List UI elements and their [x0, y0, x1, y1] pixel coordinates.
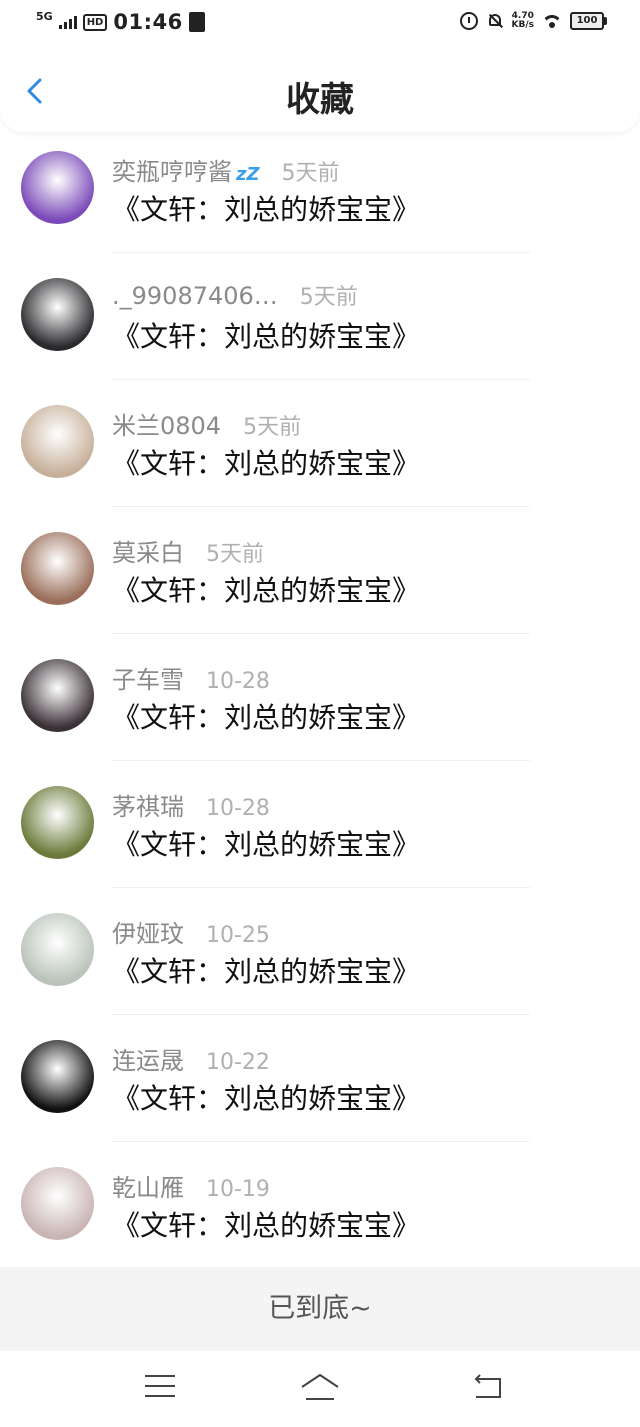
item-time: 10-28	[206, 669, 270, 694]
list-item[interactable]: 伊娅玟 10-25 《文轩：刘总的娇宝宝》	[0, 888, 640, 1015]
avatar[interactable]	[21, 786, 94, 859]
list-item[interactable]: 米兰0804 5天前 《文轩：刘总的娇宝宝》	[0, 380, 640, 507]
status-right: 4.70 KB/s 100	[459, 12, 607, 30]
item-title[interactable]: 《文轩：刘总的娇宝宝》	[112, 315, 420, 355]
avatar[interactable]	[21, 405, 94, 478]
header: 收藏	[0, 50, 640, 132]
user-name[interactable]: 子车雪	[112, 660, 184, 695]
avatar[interactable]	[21, 913, 94, 986]
end-of-list: 已到底~	[0, 1267, 640, 1351]
mute-bell-icon	[486, 12, 504, 30]
user-name[interactable]: 伊娅玟	[112, 914, 184, 949]
item-time: 10-25	[206, 923, 270, 948]
avatar[interactable]	[21, 1167, 94, 1240]
list-item[interactable]: 连运晟 10-22 《文轩：刘总的娇宝宝》	[0, 1015, 640, 1142]
item-time: 10-28	[206, 796, 270, 821]
avatar[interactable]	[21, 151, 94, 224]
item-meta: 连运晟 10-22	[112, 1041, 270, 1076]
item-time: 10-22	[206, 1050, 270, 1075]
item-time: 5天前	[299, 285, 358, 310]
return-icon[interactable]	[470, 1373, 506, 1401]
item-time: 10-19	[206, 1177, 270, 1202]
item-title[interactable]: 《文轩：刘总的娇宝宝》	[112, 1077, 420, 1117]
item-meta: 子车雪 10-28	[112, 660, 270, 695]
item-title[interactable]: 《文轩：刘总的娇宝宝》	[112, 823, 420, 863]
list-item[interactable]: 茅祺瑞 10-28 《文轩：刘总的娇宝宝》	[0, 761, 640, 888]
user-name[interactable]: 乾山雁	[112, 1168, 184, 1203]
user-name[interactable]: 米兰0804	[112, 406, 221, 441]
list-item[interactable]: 奕瓶哼哼酱 zZ 5天前 《文轩：刘总的娇宝宝》	[0, 126, 640, 253]
avatar[interactable]	[21, 532, 94, 605]
status-bar: 5G HD 01:46 4.70 KB/s 100	[0, 0, 640, 50]
status-left: 5G HD 01:46	[36, 10, 205, 34]
item-meta: 米兰0804 5天前	[112, 406, 301, 441]
item-title[interactable]: 《文轩：刘总的娇宝宝》	[112, 950, 420, 990]
list-item[interactable]: 乾山雁 10-19 《文轩：刘总的娇宝宝》	[0, 1142, 640, 1269]
list-item[interactable]: ._99087406… 5天前 《文轩：刘总的娇宝宝》	[0, 253, 640, 380]
user-name[interactable]: 奕瓶哼哼酱	[112, 152, 232, 187]
menu-icon[interactable]	[145, 1375, 175, 1399]
favorites-list: 奕瓶哼哼酱 zZ 5天前 《文轩：刘总的娇宝宝》 ._99087406… 5天前…	[0, 126, 640, 1269]
sleep-emoji-icon: zZ	[236, 164, 260, 185]
user-name[interactable]: 莫采白	[112, 533, 184, 568]
item-meta: 乾山雁 10-19	[112, 1168, 270, 1203]
clock: 01:46	[113, 10, 183, 34]
user-name[interactable]: ._99087406…	[112, 282, 278, 310]
avatar[interactable]	[21, 1040, 94, 1113]
list-item[interactable]: 子车雪 10-28 《文轩：刘总的娇宝宝》	[0, 634, 640, 761]
item-time: 5天前	[281, 161, 340, 186]
battery-icon: 100	[570, 12, 607, 30]
navigation-bar	[0, 1351, 640, 1427]
item-meta: ._99087406… 5天前	[112, 279, 358, 311]
item-title[interactable]: 《文轩：刘总的娇宝宝》	[112, 1204, 420, 1244]
alarm-icon	[459, 12, 478, 30]
item-title[interactable]: 《文轩：刘总的娇宝宝》	[112, 696, 420, 736]
clipboard-icon	[188, 12, 205, 32]
list-item[interactable]: 莫采白 5天前 《文轩：刘总的娇宝宝》	[0, 507, 640, 634]
item-title[interactable]: 《文轩：刘总的娇宝宝》	[112, 188, 420, 228]
item-meta: 奕瓶哼哼酱 zZ 5天前	[112, 152, 340, 187]
item-time: 5天前	[243, 415, 302, 440]
avatar[interactable]	[21, 278, 94, 351]
user-name[interactable]: 茅祺瑞	[112, 787, 184, 822]
signal-icon	[58, 15, 77, 29]
item-time: 5天前	[206, 542, 264, 567]
page-title: 收藏	[286, 80, 354, 120]
avatar[interactable]	[21, 659, 94, 732]
item-title[interactable]: 《文轩：刘总的娇宝宝》	[112, 442, 420, 482]
user-name[interactable]: 连运晟	[112, 1041, 184, 1076]
wifi-icon	[542, 13, 562, 29]
speed-unit: KB/s	[511, 20, 534, 30]
network-type: 5G	[36, 9, 53, 23]
home-icon[interactable]	[298, 1371, 342, 1403]
hd-badge: HD	[82, 13, 108, 31]
item-title[interactable]: 《文轩：刘总的娇宝宝》	[112, 569, 420, 609]
network-speed: 4.70 KB/s	[512, 12, 534, 30]
item-meta: 莫采白 5天前	[112, 533, 264, 568]
item-meta: 伊娅玟 10-25	[112, 914, 270, 949]
item-meta: 茅祺瑞 10-28	[112, 787, 270, 822]
